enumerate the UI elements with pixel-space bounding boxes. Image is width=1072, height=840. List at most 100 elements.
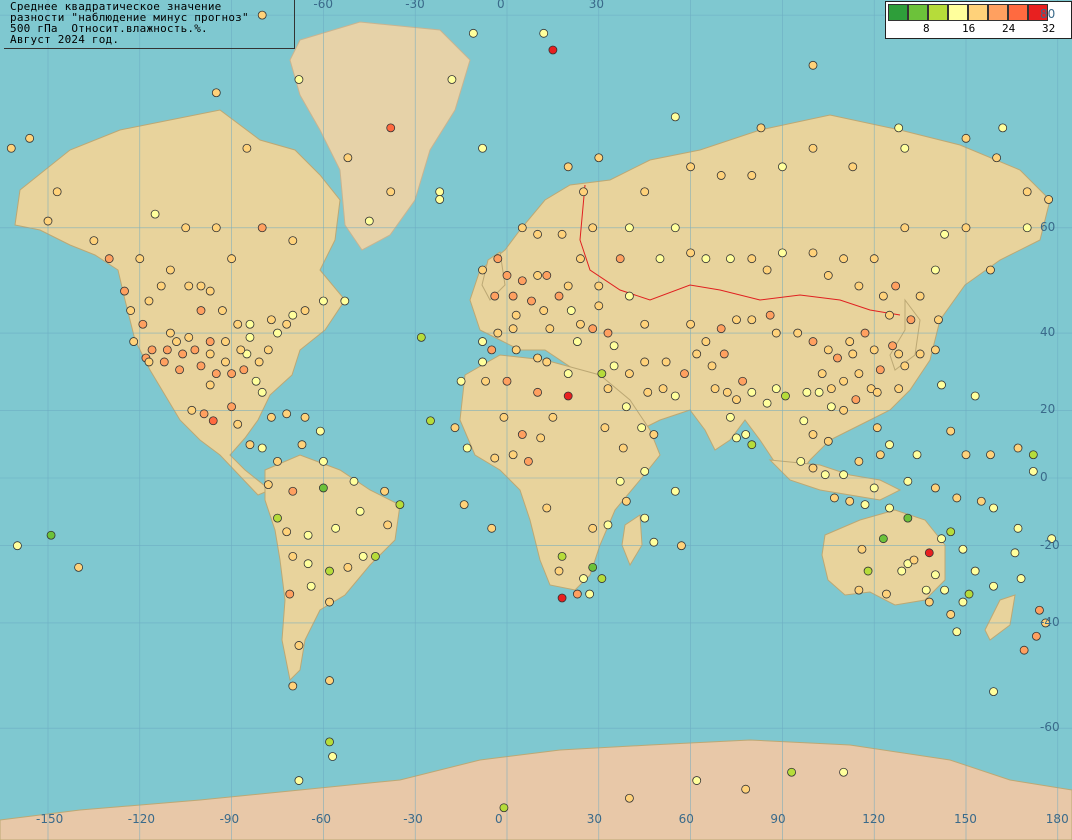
station-marker[interactable] [450, 423, 460, 433]
station-marker[interactable] [196, 361, 206, 371]
station-marker[interactable] [894, 384, 904, 394]
station-marker[interactable] [493, 328, 503, 338]
station-marker[interactable] [288, 310, 298, 320]
station-marker[interactable] [882, 589, 891, 599]
station-marker[interactable] [854, 369, 864, 379]
station-marker[interactable] [205, 380, 215, 390]
station-marker[interactable] [196, 281, 206, 291]
station-marker[interactable] [478, 265, 487, 275]
station-marker[interactable] [830, 493, 839, 503]
station-marker[interactable] [781, 391, 790, 401]
station-marker[interactable] [129, 337, 139, 346]
station-marker[interactable] [536, 433, 546, 443]
station-marker[interactable] [909, 555, 919, 565]
station-marker[interactable] [597, 574, 607, 583]
station-marker[interactable] [618, 443, 628, 453]
station-marker[interactable] [563, 391, 573, 401]
station-marker[interactable] [46, 530, 56, 540]
station-marker[interactable] [165, 328, 175, 338]
station-marker[interactable] [885, 310, 894, 320]
station-marker[interactable] [732, 315, 741, 325]
station-marker[interactable] [670, 112, 680, 122]
station-marker[interactable] [732, 395, 741, 404]
station-marker[interactable] [692, 349, 702, 359]
station-marker[interactable] [542, 357, 552, 367]
station-marker[interactable] [707, 361, 717, 371]
station-marker[interactable] [872, 387, 882, 397]
station-marker[interactable] [416, 332, 426, 342]
station-marker[interactable] [915, 349, 925, 359]
station-marker[interactable] [25, 133, 35, 143]
station-marker[interactable] [1044, 195, 1054, 204]
station-marker[interactable] [557, 229, 567, 239]
station-marker[interactable] [845, 496, 855, 506]
station-marker[interactable] [355, 506, 365, 516]
station-marker[interactable] [371, 552, 380, 561]
station-marker[interactable] [888, 341, 897, 351]
station-marker[interactable] [554, 291, 564, 301]
station-marker[interactable] [358, 552, 368, 561]
station-marker[interactable] [221, 337, 230, 346]
station-marker[interactable] [221, 357, 230, 367]
station-marker[interactable] [435, 187, 445, 197]
station-marker[interactable] [135, 254, 145, 264]
station-marker[interactable] [741, 784, 751, 794]
station-marker[interactable] [961, 223, 971, 233]
station-marker[interactable] [872, 423, 882, 433]
station-marker[interactable] [499, 412, 509, 422]
station-marker[interactable] [732, 433, 741, 443]
station-marker[interactable] [625, 223, 634, 233]
station-marker[interactable] [771, 328, 781, 338]
station-marker[interactable] [802, 387, 812, 397]
station-marker[interactable] [885, 440, 894, 450]
station-marker[interactable] [796, 456, 806, 466]
station-marker[interactable] [692, 776, 702, 785]
station-marker[interactable] [878, 534, 888, 544]
station-marker[interactable] [478, 357, 487, 367]
station-marker[interactable] [643, 387, 653, 397]
station-marker[interactable] [211, 88, 221, 98]
station-marker[interactable] [542, 271, 552, 280]
station-marker[interactable] [621, 402, 631, 412]
station-marker[interactable] [499, 803, 509, 813]
station-marker[interactable] [386, 123, 396, 133]
station-marker[interactable] [946, 527, 956, 537]
station-marker[interactable] [218, 306, 227, 315]
station-marker[interactable] [383, 520, 393, 530]
station-marker[interactable] [716, 171, 726, 180]
station-marker[interactable] [851, 395, 861, 404]
station-marker[interactable] [205, 286, 215, 296]
station-marker[interactable] [808, 463, 818, 473]
station-marker[interactable] [502, 271, 512, 280]
station-marker[interactable] [609, 361, 619, 371]
station-marker[interactable] [303, 530, 313, 540]
station-marker[interactable] [894, 123, 904, 133]
station-marker[interactable] [576, 319, 585, 329]
station-marker[interactable] [747, 315, 757, 325]
station-marker[interactable] [680, 369, 689, 379]
station-marker[interactable] [533, 387, 542, 397]
station-marker[interactable] [725, 412, 735, 422]
station-marker[interactable] [74, 562, 83, 572]
station-marker[interactable] [340, 296, 350, 306]
station-marker[interactable] [940, 229, 949, 239]
station-marker[interactable] [1016, 574, 1026, 583]
station-marker[interactable] [325, 566, 334, 576]
station-marker[interactable] [325, 597, 334, 607]
station-marker[interactable] [885, 503, 894, 513]
station-marker[interactable] [318, 456, 328, 466]
station-marker[interactable] [572, 589, 582, 599]
station-marker[interactable] [190, 345, 200, 355]
station-marker[interactable] [869, 345, 879, 355]
station-marker[interactable] [89, 236, 99, 246]
station-marker[interactable] [900, 223, 910, 233]
station-marker[interactable] [677, 541, 686, 551]
station-marker[interactable] [175, 365, 184, 375]
station-marker[interactable] [594, 153, 604, 163]
station-marker[interactable] [490, 291, 500, 301]
station-marker[interactable] [328, 752, 337, 761]
station-marker[interactable] [563, 369, 573, 379]
station-marker[interactable] [814, 387, 824, 397]
station-marker[interactable] [625, 369, 634, 379]
station-marker[interactable] [897, 566, 907, 576]
